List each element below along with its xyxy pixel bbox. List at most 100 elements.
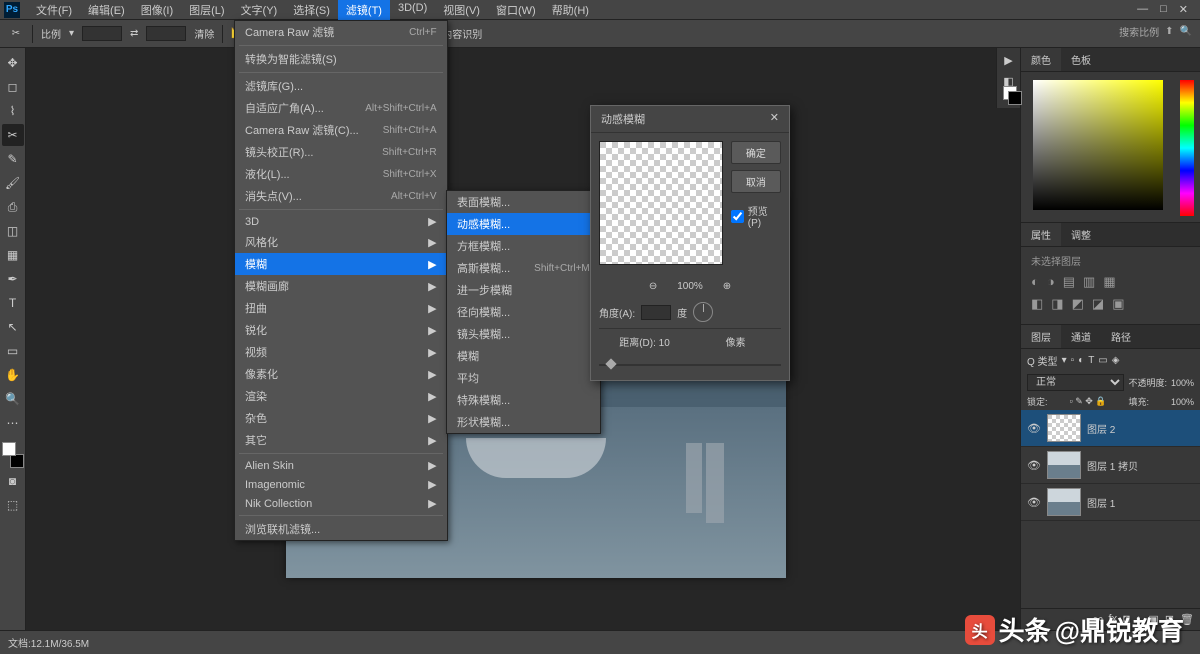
tab-swatches[interactable]: 色板	[1061, 48, 1101, 71]
zoom-in-button[interactable]: ⊕	[723, 281, 731, 292]
move-tool[interactable]: ✥	[2, 52, 24, 74]
lock-icons[interactable]: ▫ ✎ ✥ 🔒	[1070, 396, 1107, 407]
dialog-preview[interactable]	[599, 141, 723, 265]
close-button[interactable]: ✕	[1179, 3, 1188, 16]
menu-item[interactable]: 模糊	[447, 345, 600, 367]
edit-toolbar[interactable]: ⋯	[2, 412, 24, 434]
share-icon[interactable]: ⬆	[1165, 26, 1173, 37]
zoom-tool[interactable]: 🔍	[2, 388, 24, 410]
menu-item[interactable]: 3D▶	[235, 212, 447, 231]
ok-button[interactable]: 确定	[731, 141, 781, 164]
props-icon[interactable]: ◑	[1047, 274, 1055, 290]
hue-slider[interactable]	[1180, 80, 1194, 216]
menu-item[interactable]: 扭曲▶	[235, 297, 447, 319]
search-icon[interactable]: 🔍	[1180, 26, 1192, 37]
layer-item[interactable]: 👁 图层 1 拷贝	[1021, 447, 1200, 484]
ratio-width-input[interactable]	[82, 26, 122, 41]
panel-bg-color[interactable]	[1008, 91, 1022, 105]
visibility-icon[interactable]: 👁	[1027, 496, 1041, 509]
menu-item[interactable]: 表面模糊...	[447, 191, 600, 213]
props-icon[interactable]: ▥	[1083, 274, 1095, 290]
eraser-tool[interactable]: ◫	[2, 220, 24, 242]
layer-item[interactable]: 👁 图层 2	[1021, 410, 1200, 447]
layer-item[interactable]: 👁 图层 1	[1021, 484, 1200, 521]
gradient-tool[interactable]: ▦	[2, 244, 24, 266]
search-placeholder[interactable]: 搜索比例	[1119, 24, 1159, 39]
menu-item[interactable]: 模糊▶	[235, 253, 447, 275]
filter-shape-icon[interactable]: ▭	[1098, 355, 1107, 366]
menu-item[interactable]: 图层(L)	[181, 0, 232, 20]
menu-item[interactable]: Nik Collection▶	[235, 494, 447, 513]
menu-item[interactable]: 模糊画廊▶	[235, 275, 447, 297]
menu-item[interactable]: 视频▶	[235, 341, 447, 363]
menu-item[interactable]: 选择(S)	[285, 0, 338, 20]
props-icon[interactable]: ◧	[1031, 296, 1043, 312]
color-picker-canvas[interactable]	[1033, 80, 1163, 210]
filter-adjust-icon[interactable]: ◐	[1078, 355, 1084, 366]
menu-item[interactable]: 平均	[447, 367, 600, 389]
angle-knob[interactable]	[693, 302, 713, 322]
menu-item[interactable]: 滤镜(T)	[338, 0, 390, 20]
menu-item[interactable]: 帮助(H)	[544, 0, 597, 20]
pen-tool[interactable]: ✒	[2, 268, 24, 290]
props-icon[interactable]: ▣	[1112, 296, 1124, 312]
dialog-close-icon[interactable]: ✕	[770, 111, 779, 127]
menu-item[interactable]: 镜头模糊...	[447, 323, 600, 345]
history-panel-icon[interactable]: ▶	[1004, 54, 1012, 67]
menu-item[interactable]: Imagenomic▶	[235, 475, 447, 494]
menu-item[interactable]: 其它▶	[235, 429, 447, 451]
menu-item[interactable]: Camera Raw 滤镜(C)...Shift+Ctrl+A	[235, 119, 447, 141]
tab-layers[interactable]: 图层	[1021, 325, 1061, 348]
layer-thumbnail[interactable]	[1047, 488, 1081, 516]
ratio-height-input[interactable]	[146, 26, 186, 41]
menu-item[interactable]: 3D(D)	[390, 0, 435, 20]
eyedropper-tool[interactable]: ✎	[2, 148, 24, 170]
swap-icon[interactable]: ⇄	[130, 28, 138, 39]
menu-item[interactable]: 动感模糊...	[447, 213, 600, 235]
layer-name[interactable]: 图层 2	[1087, 421, 1115, 436]
foreground-color[interactable]	[2, 442, 16, 456]
path-tool[interactable]: ↖	[2, 316, 24, 338]
ratio-dropdown-icon[interactable]: ▾	[69, 28, 74, 39]
filter-pixel-icon[interactable]: ▫	[1071, 355, 1075, 366]
menu-item[interactable]: 浏览联机滤镜...	[235, 518, 447, 540]
props-icon[interactable]: ◐	[1031, 274, 1039, 290]
props-icon[interactable]: ◪	[1092, 296, 1104, 312]
cancel-button[interactable]: 取消	[731, 170, 781, 193]
zoom-out-button[interactable]: ⊖	[649, 281, 657, 292]
shape-tool[interactable]: ▭	[2, 340, 24, 362]
menu-item[interactable]: 径向模糊...	[447, 301, 600, 323]
menu-item[interactable]: 杂色▶	[235, 407, 447, 429]
maximize-button[interactable]: □	[1160, 3, 1167, 16]
type-tool[interactable]: T	[2, 292, 24, 314]
fill-value[interactable]: 100%	[1171, 397, 1194, 407]
hand-tool[interactable]: ✋	[2, 364, 24, 386]
menu-item[interactable]: 镜头校正(R)...Shift+Ctrl+R	[235, 141, 447, 163]
layer-thumbnail[interactable]	[1047, 451, 1081, 479]
menu-item[interactable]: 图像(I)	[133, 0, 181, 20]
menu-item[interactable]: 风格化▶	[235, 231, 447, 253]
props-icon[interactable]: ▤	[1063, 274, 1075, 290]
marquee-tool[interactable]: ◻	[2, 76, 24, 98]
menu-item[interactable]: Alien Skin▶	[235, 456, 447, 475]
tab-properties[interactable]: 属性	[1021, 223, 1061, 246]
filter-smart-icon[interactable]: ◈	[1112, 355, 1120, 366]
brush-tool[interactable]: 🖌	[2, 172, 24, 194]
menu-item[interactable]: 自适应广角(A)...Alt+Shift+Ctrl+A	[235, 97, 447, 119]
angle-input[interactable]	[641, 305, 671, 320]
filter-type-icon[interactable]: T	[1088, 355, 1094, 366]
menu-item[interactable]: 进一步模糊	[447, 279, 600, 301]
tab-channels[interactable]: 通道	[1061, 325, 1101, 348]
lasso-tool[interactable]: ⌇	[2, 100, 24, 122]
props-icon[interactable]: ▦	[1103, 274, 1115, 290]
layer-name[interactable]: 图层 1	[1087, 495, 1115, 510]
menu-item[interactable]: 滤镜库(G)...	[235, 75, 447, 97]
tab-adjustments[interactable]: 调整	[1061, 223, 1101, 246]
menu-item[interactable]: Camera Raw 滤镜Ctrl+F	[235, 21, 447, 43]
blend-mode-select[interactable]: 正常	[1027, 374, 1124, 391]
visibility-icon[interactable]: 👁	[1027, 459, 1041, 472]
crop-tool[interactable]: ✂	[2, 124, 24, 146]
layer-thumbnail[interactable]	[1047, 414, 1081, 442]
preview-checkbox[interactable]	[731, 210, 744, 223]
menu-item[interactable]: 像素化▶	[235, 363, 447, 385]
